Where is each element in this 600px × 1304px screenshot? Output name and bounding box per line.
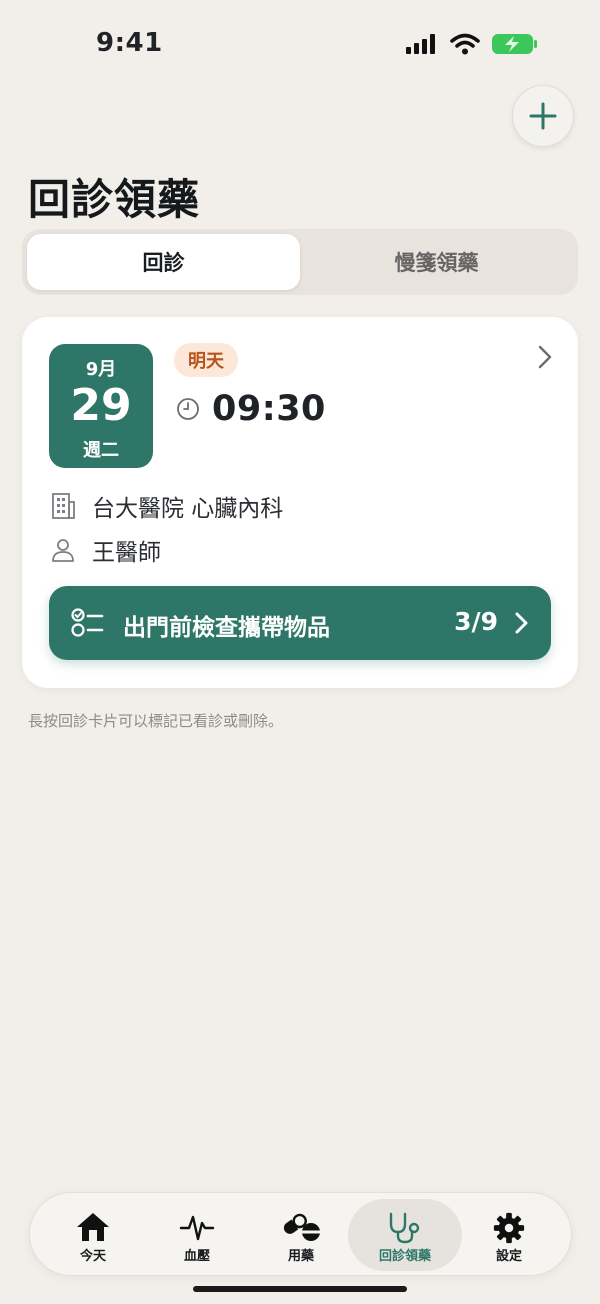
date-box: 9月 29 週二 bbox=[49, 344, 153, 468]
tab-today[interactable]: 今天 bbox=[38, 1199, 148, 1271]
appointment-card[interactable]: 9月 29 週二 明天 09:30 台大醫院 心臟內科 王醫師 出門前檢查攜帶物… bbox=[22, 317, 578, 688]
segmented-control: 回診 慢箋領藥 bbox=[22, 229, 578, 295]
screen: 9:41 回診領藥 回診 慢箋領藥 9月 29 週二 明天 09:30 台大醫院… bbox=[0, 0, 600, 1304]
tab-label: 回診領藥 bbox=[378, 1249, 431, 1264]
tab-appointments[interactable]: 回診 bbox=[27, 234, 300, 290]
building-icon bbox=[52, 493, 75, 519]
add-button[interactable] bbox=[512, 85, 574, 147]
checklist-label: 出門前檢查攜帶物品 bbox=[123, 615, 330, 641]
checklist-icon bbox=[71, 608, 104, 637]
hint-text: 長按回診卡片可以標記已看診或刪除。 bbox=[28, 712, 284, 730]
tab-settings[interactable]: 設定 bbox=[454, 1199, 564, 1271]
hospital-row: 台大醫院 心臟內科 bbox=[50, 489, 283, 523]
status-icons bbox=[406, 33, 538, 55]
checklist-count: 3/9 bbox=[454, 607, 498, 636]
date-weekday: 週二 bbox=[83, 440, 119, 461]
person-icon bbox=[52, 539, 74, 562]
tab-medication[interactable]: 用藥 bbox=[246, 1199, 356, 1271]
pills-icon bbox=[283, 1212, 320, 1241]
tab-blood-pressure[interactable]: 血壓 bbox=[142, 1199, 252, 1271]
home-indicator bbox=[193, 1286, 407, 1292]
clock-icon bbox=[177, 398, 199, 420]
status-bar: 9:41 bbox=[0, 0, 600, 90]
heartbeat-icon bbox=[179, 1215, 215, 1241]
stethoscope-icon bbox=[389, 1212, 420, 1244]
date-month: 9月 bbox=[85, 359, 117, 380]
doctor-row: 王醫師 bbox=[50, 533, 161, 567]
tab-label: 設定 bbox=[495, 1249, 522, 1264]
checklist-button[interactable]: 出門前檢查攜帶物品 3/9 bbox=[49, 586, 551, 660]
chevron-right-icon[interactable] bbox=[538, 345, 552, 369]
cellular-signal-icon bbox=[406, 34, 435, 54]
date-day: 29 bbox=[70, 380, 132, 431]
status-time: 9:41 bbox=[96, 28, 163, 58]
battery-charging-icon bbox=[492, 34, 537, 54]
home-icon bbox=[77, 1213, 109, 1241]
relative-day-badge: 明天 bbox=[174, 343, 238, 377]
gear-icon bbox=[493, 1212, 525, 1244]
time-row: 09:30 bbox=[176, 389, 326, 429]
tab-chronic-prescription[interactable]: 慢箋領藥 bbox=[300, 234, 573, 290]
tab-label: 用藥 bbox=[287, 1249, 314, 1264]
tab-label: 血壓 bbox=[183, 1249, 210, 1264]
page-title: 回診領藥 bbox=[28, 175, 201, 224]
appointment-time: 09:30 bbox=[212, 389, 326, 429]
hospital-name: 台大醫院 心臟內科 bbox=[92, 496, 284, 522]
tab-appointments-medicine[interactable]: 回診領藥 bbox=[348, 1199, 462, 1271]
plus-icon bbox=[529, 102, 557, 130]
wifi-icon bbox=[450, 33, 480, 55]
doctor-name: 王醫師 bbox=[92, 540, 161, 566]
tab-label: 今天 bbox=[79, 1249, 106, 1264]
tab-bar: 今天 血壓 用藥 回診領藥 設定 bbox=[29, 1192, 572, 1276]
chevron-right-icon bbox=[515, 612, 528, 634]
